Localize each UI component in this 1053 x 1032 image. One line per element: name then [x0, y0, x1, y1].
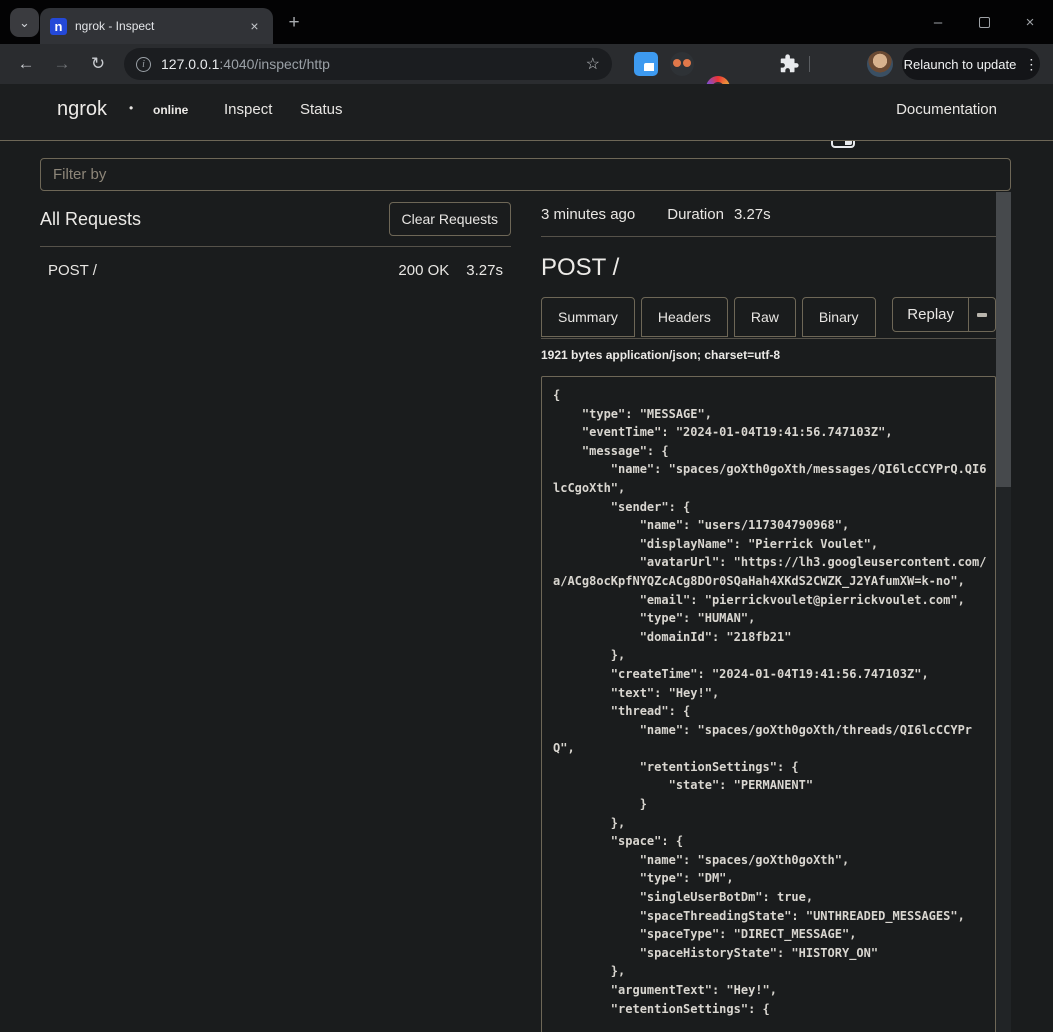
- duration-value: 3.27s: [734, 206, 771, 223]
- toolbar-divider: [809, 56, 810, 72]
- request-status: 200 OK: [398, 262, 449, 279]
- requests-title: All Requests: [40, 209, 389, 230]
- reload-button[interactable]: ↻: [84, 50, 112, 78]
- tab-summary[interactable]: Summary: [541, 297, 635, 337]
- nav-inspect[interactable]: Inspect: [224, 101, 272, 118]
- tab-close-icon[interactable]: ×: [246, 18, 263, 35]
- nav-status[interactable]: Status: [300, 101, 343, 118]
- ngrok-brand[interactable]: ngrok: [57, 98, 107, 121]
- replay-button[interactable]: Replay: [892, 297, 969, 332]
- replay-split-button: Replay: [892, 297, 996, 332]
- maximize-icon: [979, 17, 990, 28]
- detail-divider: [541, 236, 996, 237]
- request-body-block: { "type": "MESSAGE", "eventTime": "2024-…: [541, 376, 996, 1032]
- request-method-path: POST /: [48, 262, 398, 279]
- replay-dropdown-button[interactable]: [969, 297, 996, 332]
- detail-title: POST /: [541, 254, 996, 282]
- status-dot-icon: •: [129, 101, 133, 115]
- request-body-json: { "type": "MESSAGE", "eventTime": "2024-…: [553, 386, 991, 1018]
- new-tab-button[interactable]: +: [281, 10, 307, 36]
- back-button[interactable]: ←: [12, 50, 40, 78]
- extension-window-icon[interactable]: [634, 52, 658, 76]
- minimize-icon: –: [934, 14, 942, 31]
- tab-raw[interactable]: Raw: [734, 297, 796, 337]
- content-type-info: 1921 bytes application/json; charset=utf…: [541, 348, 996, 362]
- ngrok-navbar: ngrok • online Inspect Status Documentat…: [0, 84, 1053, 141]
- tab-binary[interactable]: Binary: [802, 297, 876, 337]
- tab-strip: ⌄ n ngrok - Inspect × + – ×: [0, 0, 1053, 44]
- ngrok-favicon-icon: n: [50, 18, 67, 35]
- chevron-down-icon: ⌄: [19, 15, 30, 31]
- url-text: 127.0.0.1:4040/inspect/http: [161, 56, 586, 72]
- close-icon: ×: [1026, 14, 1035, 31]
- site-info-icon[interactable]: i: [136, 57, 151, 72]
- scrollbar-thumb[interactable]: [996, 192, 1011, 487]
- extension-goggles-icon[interactable]: [670, 52, 694, 76]
- online-status: online: [153, 103, 188, 117]
- duration-label: Duration: [667, 206, 724, 223]
- scrollbar[interactable]: [996, 192, 1011, 1032]
- minimize-button[interactable]: –: [915, 0, 961, 44]
- request-time-ago: 3 minutes ago: [541, 206, 635, 223]
- bookmark-star-icon[interactable]: ☆: [586, 54, 600, 74]
- forward-icon: →: [54, 54, 71, 74]
- filter-input[interactable]: [40, 158, 1011, 191]
- close-button[interactable]: ×: [1007, 0, 1053, 44]
- relaunch-label: Relaunch to update: [904, 57, 1017, 72]
- address-bar[interactable]: i 127.0.0.1:4040/inspect/http ☆: [124, 48, 612, 80]
- forward-button[interactable]: →: [48, 50, 76, 78]
- clear-requests-button[interactable]: Clear Requests: [389, 202, 512, 236]
- tab-title: ngrok - Inspect: [75, 19, 246, 33]
- main-content: All Requests Clear Requests POST / 200 O…: [40, 191, 1013, 1032]
- browser-window: ⌄ n ngrok - Inspect × + – × ← → ↻: [0, 0, 1053, 1032]
- browser-toolbar: ← → ↻ i 127.0.0.1:4040/inspect/http ☆ Re…: [0, 44, 1053, 84]
- reload-icon: ↻: [91, 54, 105, 74]
- extensions-puzzle-icon[interactable]: [778, 53, 802, 77]
- requests-panel: All Requests Clear Requests POST / 200 O…: [40, 191, 511, 1032]
- menu-kebab-icon[interactable]: ⋮: [1024, 56, 1038, 73]
- back-icon: ←: [18, 54, 35, 74]
- detail-tabs: Summary Headers Raw Binary Replay: [541, 297, 996, 339]
- nav-documentation[interactable]: Documentation: [896, 101, 997, 118]
- request-row[interactable]: POST / 200 OK 3.27s: [40, 247, 511, 294]
- tab-search-button[interactable]: ⌄: [10, 8, 39, 37]
- url-host: 127.0.0.1: [161, 56, 219, 72]
- replay-caret-icon: [977, 313, 987, 317]
- maximize-button[interactable]: [961, 0, 1007, 44]
- request-duration: 3.27s: [466, 262, 503, 279]
- tab-headers[interactable]: Headers: [641, 297, 728, 337]
- relaunch-to-update-button[interactable]: Relaunch to update ⋮: [902, 48, 1040, 80]
- profile-avatar[interactable]: [867, 51, 893, 77]
- browser-tab[interactable]: n ngrok - Inspect ×: [40, 8, 273, 44]
- window-controls: – ×: [915, 0, 1053, 44]
- detail-panel: 3 minutes ago Duration 3.27s POST / Summ…: [541, 191, 1013, 1032]
- url-path: :4040/inspect/http: [219, 56, 330, 72]
